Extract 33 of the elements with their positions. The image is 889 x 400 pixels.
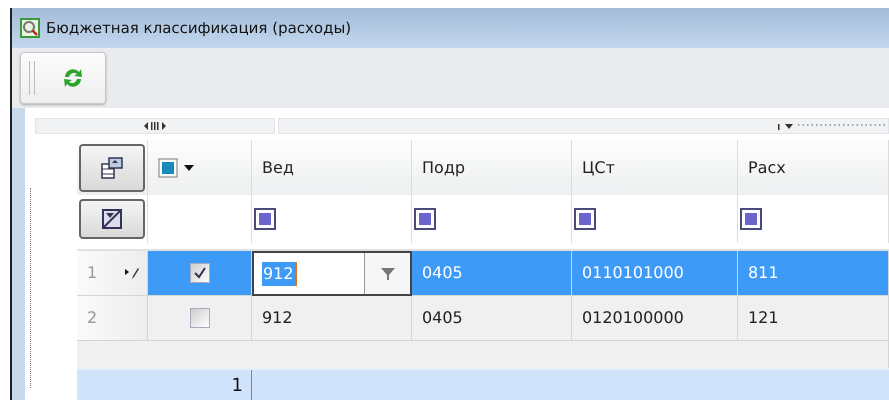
table-cell: 121 xyxy=(738,296,889,341)
filter-condition-icon[interactable] xyxy=(740,208,762,230)
footer-count: 1 xyxy=(77,370,252,400)
table-cell: 0405 xyxy=(412,296,572,341)
column-header[interactable]: Вед xyxy=(252,140,412,195)
table-cell: 912 xyxy=(252,296,412,341)
filter-condition-icon[interactable] xyxy=(414,208,436,230)
column-chooser-button[interactable] xyxy=(79,144,145,192)
row-number: 2 xyxy=(87,307,98,329)
table-cell: 811 xyxy=(738,251,889,296)
filter-icon xyxy=(380,266,394,280)
column-header[interactable]: ЦСт xyxy=(572,140,738,195)
clear-filter-button[interactable] xyxy=(79,199,145,239)
column-header[interactable]: Расх xyxy=(738,140,889,195)
column-header[interactable]: Подр xyxy=(412,140,572,195)
table-cell: 0120100000 xyxy=(572,296,738,341)
row-checkbox[interactable] xyxy=(190,263,210,283)
table-cell: 0405 xyxy=(412,251,572,296)
table-cell: 0110101000 xyxy=(572,251,738,296)
checkmark-icon xyxy=(192,266,206,280)
filter-condition-icon[interactable] xyxy=(254,208,276,230)
row-checkbox[interactable] xyxy=(190,308,210,328)
filter-dropdown-button[interactable] xyxy=(364,253,410,294)
columns-icon xyxy=(100,156,124,180)
window-title: Бюджетная классификация (расходы) xyxy=(46,18,352,39)
magnifier-icon xyxy=(20,18,40,38)
refresh-button[interactable] xyxy=(20,52,106,104)
row-number: 1 xyxy=(87,262,98,284)
column-resize-icon[interactable] xyxy=(144,122,166,130)
dropdown-arrow-icon[interactable] xyxy=(778,122,888,130)
filter-clear-icon xyxy=(102,209,122,229)
edit-pencil-icon xyxy=(125,266,139,280)
filter-condition-icon[interactable] xyxy=(574,208,596,230)
